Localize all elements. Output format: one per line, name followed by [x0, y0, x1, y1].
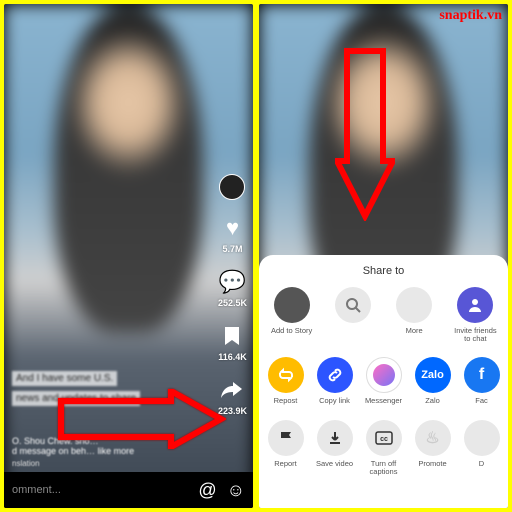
see-translation[interactable]: nslation [12, 459, 40, 468]
save-count: 116.4K [218, 352, 247, 362]
action-rail: ♥ 5.7M 💬 252.5K 116.4K 223.9K [218, 174, 247, 416]
promote-button[interactable]: ♨ Promote [409, 420, 457, 477]
facebook-button[interactable]: f Fac [458, 357, 506, 405]
tiktok-share-sheet-view: snaptik.vn Share to Add to Story [259, 4, 508, 508]
emoji-icon[interactable]: ☺ [227, 480, 245, 501]
mention-icon[interactable]: @ [198, 480, 216, 501]
share-row-contacts: Add to Story More Invite friends t [259, 287, 508, 344]
annotation-arrow-down [335, 46, 395, 226]
comment-button[interactable]: 💬 252.5K [218, 268, 247, 308]
search-contacts[interactable] [329, 287, 377, 344]
watermark-text: snaptik.vn [439, 8, 502, 24]
like-count: 5.7M [222, 244, 242, 254]
zalo-button[interactable]: Zalo Zalo [409, 357, 457, 405]
repost-icon [268, 357, 304, 393]
download-icon [317, 420, 353, 456]
fire-icon: ♨ [415, 420, 451, 456]
caption-line: And I have some U.S. [12, 371, 117, 386]
extra-action[interactable]: D [458, 420, 506, 477]
share-row-actions: Report Save video cc Turn off captions ♨ [259, 420, 508, 477]
report-button[interactable]: Report [262, 420, 310, 477]
copy-link-button[interactable]: Copy link [311, 357, 359, 405]
zalo-icon: Zalo [415, 357, 451, 393]
story-icon [274, 287, 310, 323]
share-sheet: Share to Add to Story More [259, 255, 508, 508]
messenger-button[interactable]: Messenger [360, 357, 408, 405]
facebook-icon: f [464, 357, 500, 393]
invite-icon [457, 287, 493, 323]
more-icon [396, 287, 432, 323]
messenger-icon [366, 357, 402, 393]
more-contacts[interactable]: More [390, 287, 438, 344]
like-button[interactable]: ♥ 5.7M [218, 214, 246, 254]
heart-icon: ♥ [218, 214, 246, 242]
link-icon [317, 357, 353, 393]
profile-avatar-icon[interactable] [219, 174, 245, 200]
comment-icon: 💬 [218, 268, 246, 296]
search-icon [335, 287, 371, 323]
captions-button[interactable]: cc Turn off captions [360, 420, 408, 477]
comment-bar: omment... @ ☺ [4, 472, 253, 508]
share-row-apps: Repost Copy link Messenger Zalo Zalo [259, 357, 508, 405]
share-title: Share to [259, 265, 508, 277]
repost-button[interactable]: Repost [262, 357, 310, 405]
invite-friends[interactable]: Invite friends to chat [451, 287, 499, 344]
add-to-story[interactable]: Add to Story [268, 287, 316, 344]
avatar-slot[interactable] [219, 174, 245, 200]
right-video-area: snaptik.vn Share to Add to Story [259, 4, 508, 508]
comment-input[interactable]: omment... [12, 484, 188, 496]
flag-icon [268, 420, 304, 456]
save-video-button[interactable]: Save video [311, 420, 359, 477]
annotation-arrow-right [56, 389, 226, 454]
save-button[interactable]: 116.4K [218, 322, 247, 362]
svg-text:cc: cc [380, 436, 388, 443]
bookmark-icon [218, 322, 246, 350]
comment-count: 252.5K [218, 298, 247, 308]
video-area[interactable]: ♥ 5.7M 💬 252.5K 116.4K 223.9K And I [4, 4, 253, 508]
captions-icon: cc [366, 420, 402, 456]
extra-icon [464, 420, 500, 456]
tiktok-video-view: ♥ 5.7M 💬 252.5K 116.4K 223.9K And I [4, 4, 253, 508]
